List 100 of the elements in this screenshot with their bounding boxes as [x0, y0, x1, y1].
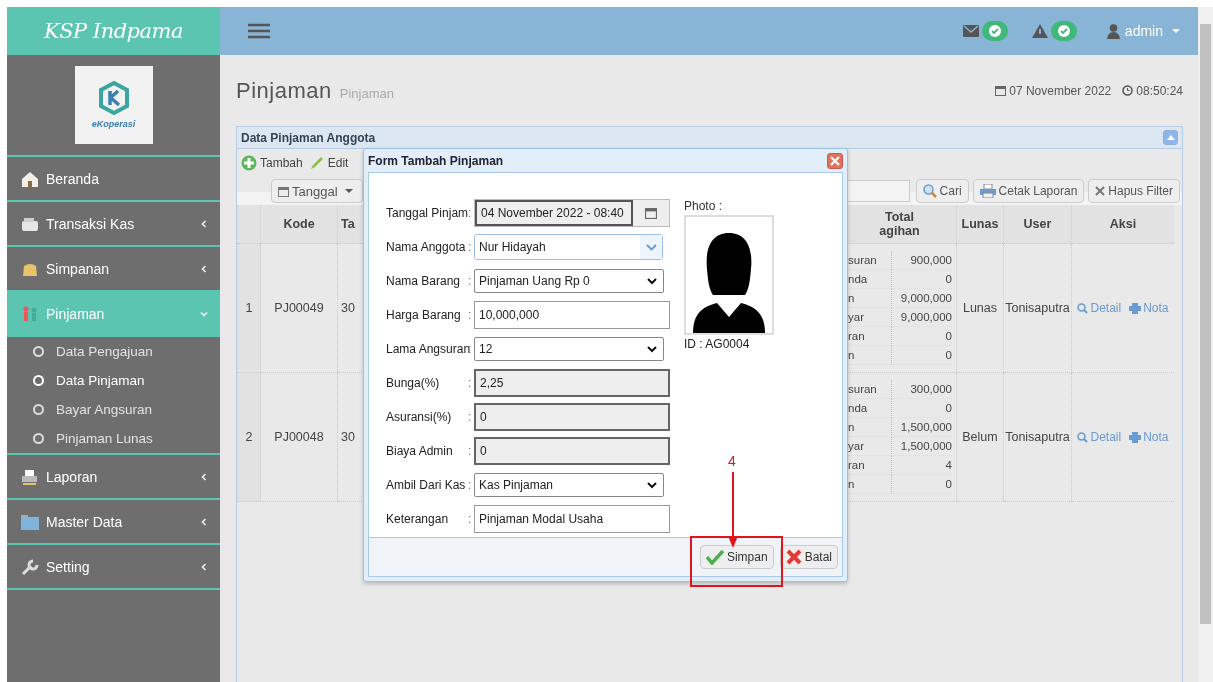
column-header: Aksi [1071, 205, 1174, 244]
detail-value: 9,000,000 [892, 289, 952, 308]
column-header: Kode [260, 205, 338, 244]
detail-value: 0 [892, 270, 952, 289]
chevron-down-icon [647, 345, 657, 353]
submenu-item[interactable]: Data Pinjaman [7, 366, 220, 395]
select-field[interactable]: Pinjaman Uang Rp 0 [474, 269, 664, 293]
field-label: Ambil Dari Kas [386, 478, 467, 492]
circle-icon [33, 433, 44, 444]
colon: : [468, 342, 473, 356]
search-button[interactable]: Cari [915, 179, 969, 203]
colon: : [468, 410, 473, 424]
colon: : [468, 274, 473, 288]
calendar-icon [645, 207, 657, 219]
clear-filter-button[interactable]: Hapus Filter [1088, 179, 1180, 203]
warning-icon [1031, 24, 1048, 38]
close-button[interactable] [827, 152, 843, 169]
wrench-icon [20, 557, 40, 576]
circle-icon [33, 404, 44, 415]
check-badge-icon [1050, 21, 1077, 41]
table-cell: Tonisaputra [1003, 243, 1072, 373]
menu-button[interactable] [248, 23, 270, 39]
submenu-item[interactable]: Data Pengajuan [7, 337, 220, 366]
column-header: User [1003, 205, 1072, 244]
select-field[interactable]: Kas Pinjaman [474, 473, 664, 497]
table-cell: Tonisaputra [1003, 372, 1072, 502]
field-label: Keterangan [386, 512, 450, 526]
detail-value: 4 [892, 456, 952, 475]
clock-icon [1122, 85, 1134, 96]
save-button[interactable]: Simpan [699, 545, 774, 569]
input-field[interactable]: 10,000,000 [474, 301, 670, 329]
edit-button[interactable]: Edit [308, 155, 349, 171]
annotation-number: 4 [728, 453, 736, 469]
home-icon [20, 169, 40, 188]
chevron-down-icon [645, 243, 657, 251]
detail-value: 0 [892, 475, 952, 494]
chevron-down-icon [647, 277, 657, 285]
field-label: Nama Anggota [386, 240, 467, 254]
field-label: Lama Angsuran [386, 342, 468, 356]
dialog-title: Form Tambah Pinjaman [368, 153, 504, 168]
check-icon [705, 549, 724, 565]
readonly-field: 0 [474, 437, 670, 465]
readonly-field: 2,25 [474, 369, 670, 397]
field-label: Bunga(%) [386, 376, 441, 390]
detail-value: 0 [892, 399, 952, 418]
photo-label: Photo : [684, 199, 724, 213]
table-cell: PJ00049 [260, 243, 338, 373]
scrollbar[interactable] [1198, 7, 1213, 682]
date-filter-button[interactable]: Tanggal [271, 179, 363, 203]
submenu-item[interactable]: Bayar Angsuran [7, 395, 220, 424]
menu-icon [248, 23, 270, 39]
circle-icon [33, 375, 44, 386]
colon: : [468, 512, 473, 526]
user-icon [1106, 23, 1120, 39]
detail-value: 900,000 [892, 251, 952, 270]
caret-icon [344, 189, 353, 193]
cross-icon [785, 549, 802, 565]
brand-title: KSP Indpama [43, 19, 183, 43]
cancel-button[interactable]: Batal [779, 545, 838, 569]
page-subtitle: Pinjaman [339, 86, 394, 101]
close-icon [1095, 186, 1106, 196]
combo-field[interactable]: Nur Hidayah [474, 234, 663, 260]
field-label: Tanggal Pinjam [386, 206, 468, 220]
chevron-down-icon [647, 481, 657, 489]
collapse-button[interactable] [1163, 130, 1178, 145]
detail-value: 9,000,000 [892, 308, 952, 327]
alerts-button[interactable] [1031, 21, 1077, 41]
print-report-button[interactable]: Cetak Laporan [972, 179, 1085, 203]
circle-icon [33, 346, 44, 357]
field-label: Nama Barang [386, 274, 462, 288]
submenu-item[interactable]: Pinjaman Lunas [7, 424, 220, 453]
input-field[interactable]: Pinjaman Modal Usaha [474, 505, 670, 533]
caret-icon [1172, 29, 1180, 33]
add-button[interactable]: Tambah [241, 155, 303, 171]
column-header: Lunas [956, 205, 1004, 244]
search-icon [1077, 302, 1089, 314]
select-field[interactable]: 12 [474, 337, 664, 361]
readonly-field: 0 [474, 403, 670, 431]
table-cell: PJ00048 [260, 372, 338, 502]
table-cell: Lunas [956, 243, 1004, 373]
current-time: 08:50:24 [1136, 83, 1183, 98]
close-icon [830, 155, 840, 166]
colon: : [468, 206, 473, 220]
current-date: 07 November 2022 [1009, 83, 1112, 98]
table-cell: 1 [237, 243, 261, 373]
page-title: Pinjaman [236, 77, 332, 104]
field-label: Asuransi(%) [386, 410, 453, 424]
detail-value: 300,000 [892, 380, 952, 399]
search-icon [922, 184, 937, 198]
colon: : [468, 376, 473, 390]
hexagon-k-icon [97, 81, 130, 115]
triangle-up-icon [1166, 135, 1175, 140]
pencil-icon [308, 155, 325, 171]
detail-value: 0 [892, 346, 952, 365]
check-badge-icon [981, 21, 1008, 41]
messages-button[interactable] [962, 21, 1008, 41]
colon: : [468, 444, 473, 458]
member-id: ID : AG0004 [684, 337, 751, 351]
date-field[interactable]: 04 November 2022 - 08:40 [474, 199, 670, 227]
calendar-icon [995, 85, 1007, 96]
